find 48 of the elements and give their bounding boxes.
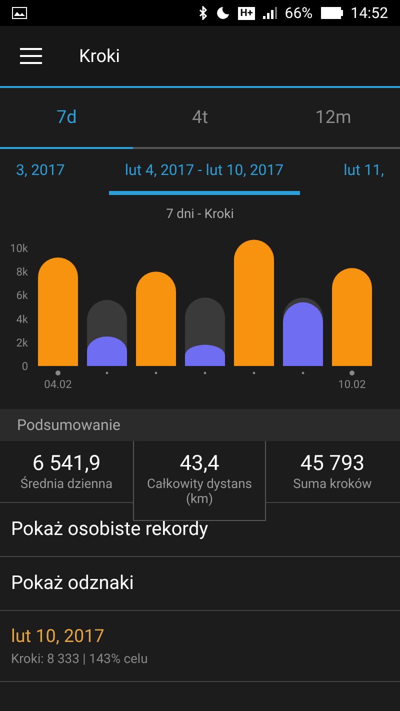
period-tab[interactable]: 4t <box>133 88 267 149</box>
bluetooth-icon <box>199 6 208 20</box>
steps-bar <box>87 336 127 366</box>
y-tick-label: 4k <box>16 312 28 326</box>
screen-title: Kroki <box>79 44 120 68</box>
stat-value: 6 541,9 <box>32 451 101 476</box>
y-tick-label: 0 <box>22 360 28 372</box>
network-type: H+ <box>238 6 255 20</box>
battery-icon <box>320 7 343 19</box>
y-tick-label: 10k <box>10 242 28 254</box>
summary-stat[interactable]: 43,4 Całkowity dystans (km) <box>133 441 266 521</box>
date-range-tab[interactable]: lut 4, 2017 - lut 10, 2017 <box>108 149 300 195</box>
day-dot <box>252 371 256 374</box>
day-dot <box>350 370 354 375</box>
date-range-tab[interactable]: lut 11, <box>328 149 400 195</box>
y-tick-label: 6k <box>16 288 28 302</box>
list-link[interactable]: Pokaż odznaki <box>0 557 400 611</box>
x-tick-label: 04.02 <box>44 378 72 390</box>
period-tab[interactable]: 7d <box>0 88 134 149</box>
menu-icon[interactable] <box>20 48 42 64</box>
period-tab[interactable]: 12m <box>266 88 400 149</box>
stat-label: Suma kroków <box>292 477 373 492</box>
y-tick-label: 2k <box>16 336 28 349</box>
signal-icon <box>262 7 277 19</box>
moon-icon <box>216 6 230 20</box>
stat-label: Średnia dzienna <box>19 477 114 492</box>
stat-value: 43,4 <box>180 451 220 477</box>
day-detail: Kroki: 8 333 | 143% celu <box>11 650 149 669</box>
x-tick-label: 10.02 <box>338 378 366 390</box>
clock: 14:52 <box>350 2 388 24</box>
summary-stat[interactable]: 6 541,9 Średnia dzienna <box>0 441 133 503</box>
day-dot <box>106 371 108 374</box>
day-dot <box>204 371 206 374</box>
image-icon <box>12 7 27 19</box>
day-dot <box>56 370 60 375</box>
day-date: lut 10, 2017 <box>11 624 106 649</box>
steps-bar <box>283 302 323 366</box>
summary-stat[interactable]: 45 793 Suma kroków <box>266 441 399 503</box>
day-row[interactable]: lut 10, 2017 Kroki: 8 333 | 143% celu <box>0 611 400 682</box>
battery-level: 66% <box>284 2 313 24</box>
stat-value: 45 793 <box>300 451 365 477</box>
day-dot <box>154 371 158 374</box>
day-dot <box>302 371 304 374</box>
date-range-tab[interactable]: 3, 2017 <box>0 149 81 195</box>
summary-header: Podsumowanie <box>0 409 400 441</box>
chart-title: 7 dni - Kroki <box>166 206 234 224</box>
y-tick-label: 8k <box>16 265 28 278</box>
steps-bar <box>185 344 225 366</box>
